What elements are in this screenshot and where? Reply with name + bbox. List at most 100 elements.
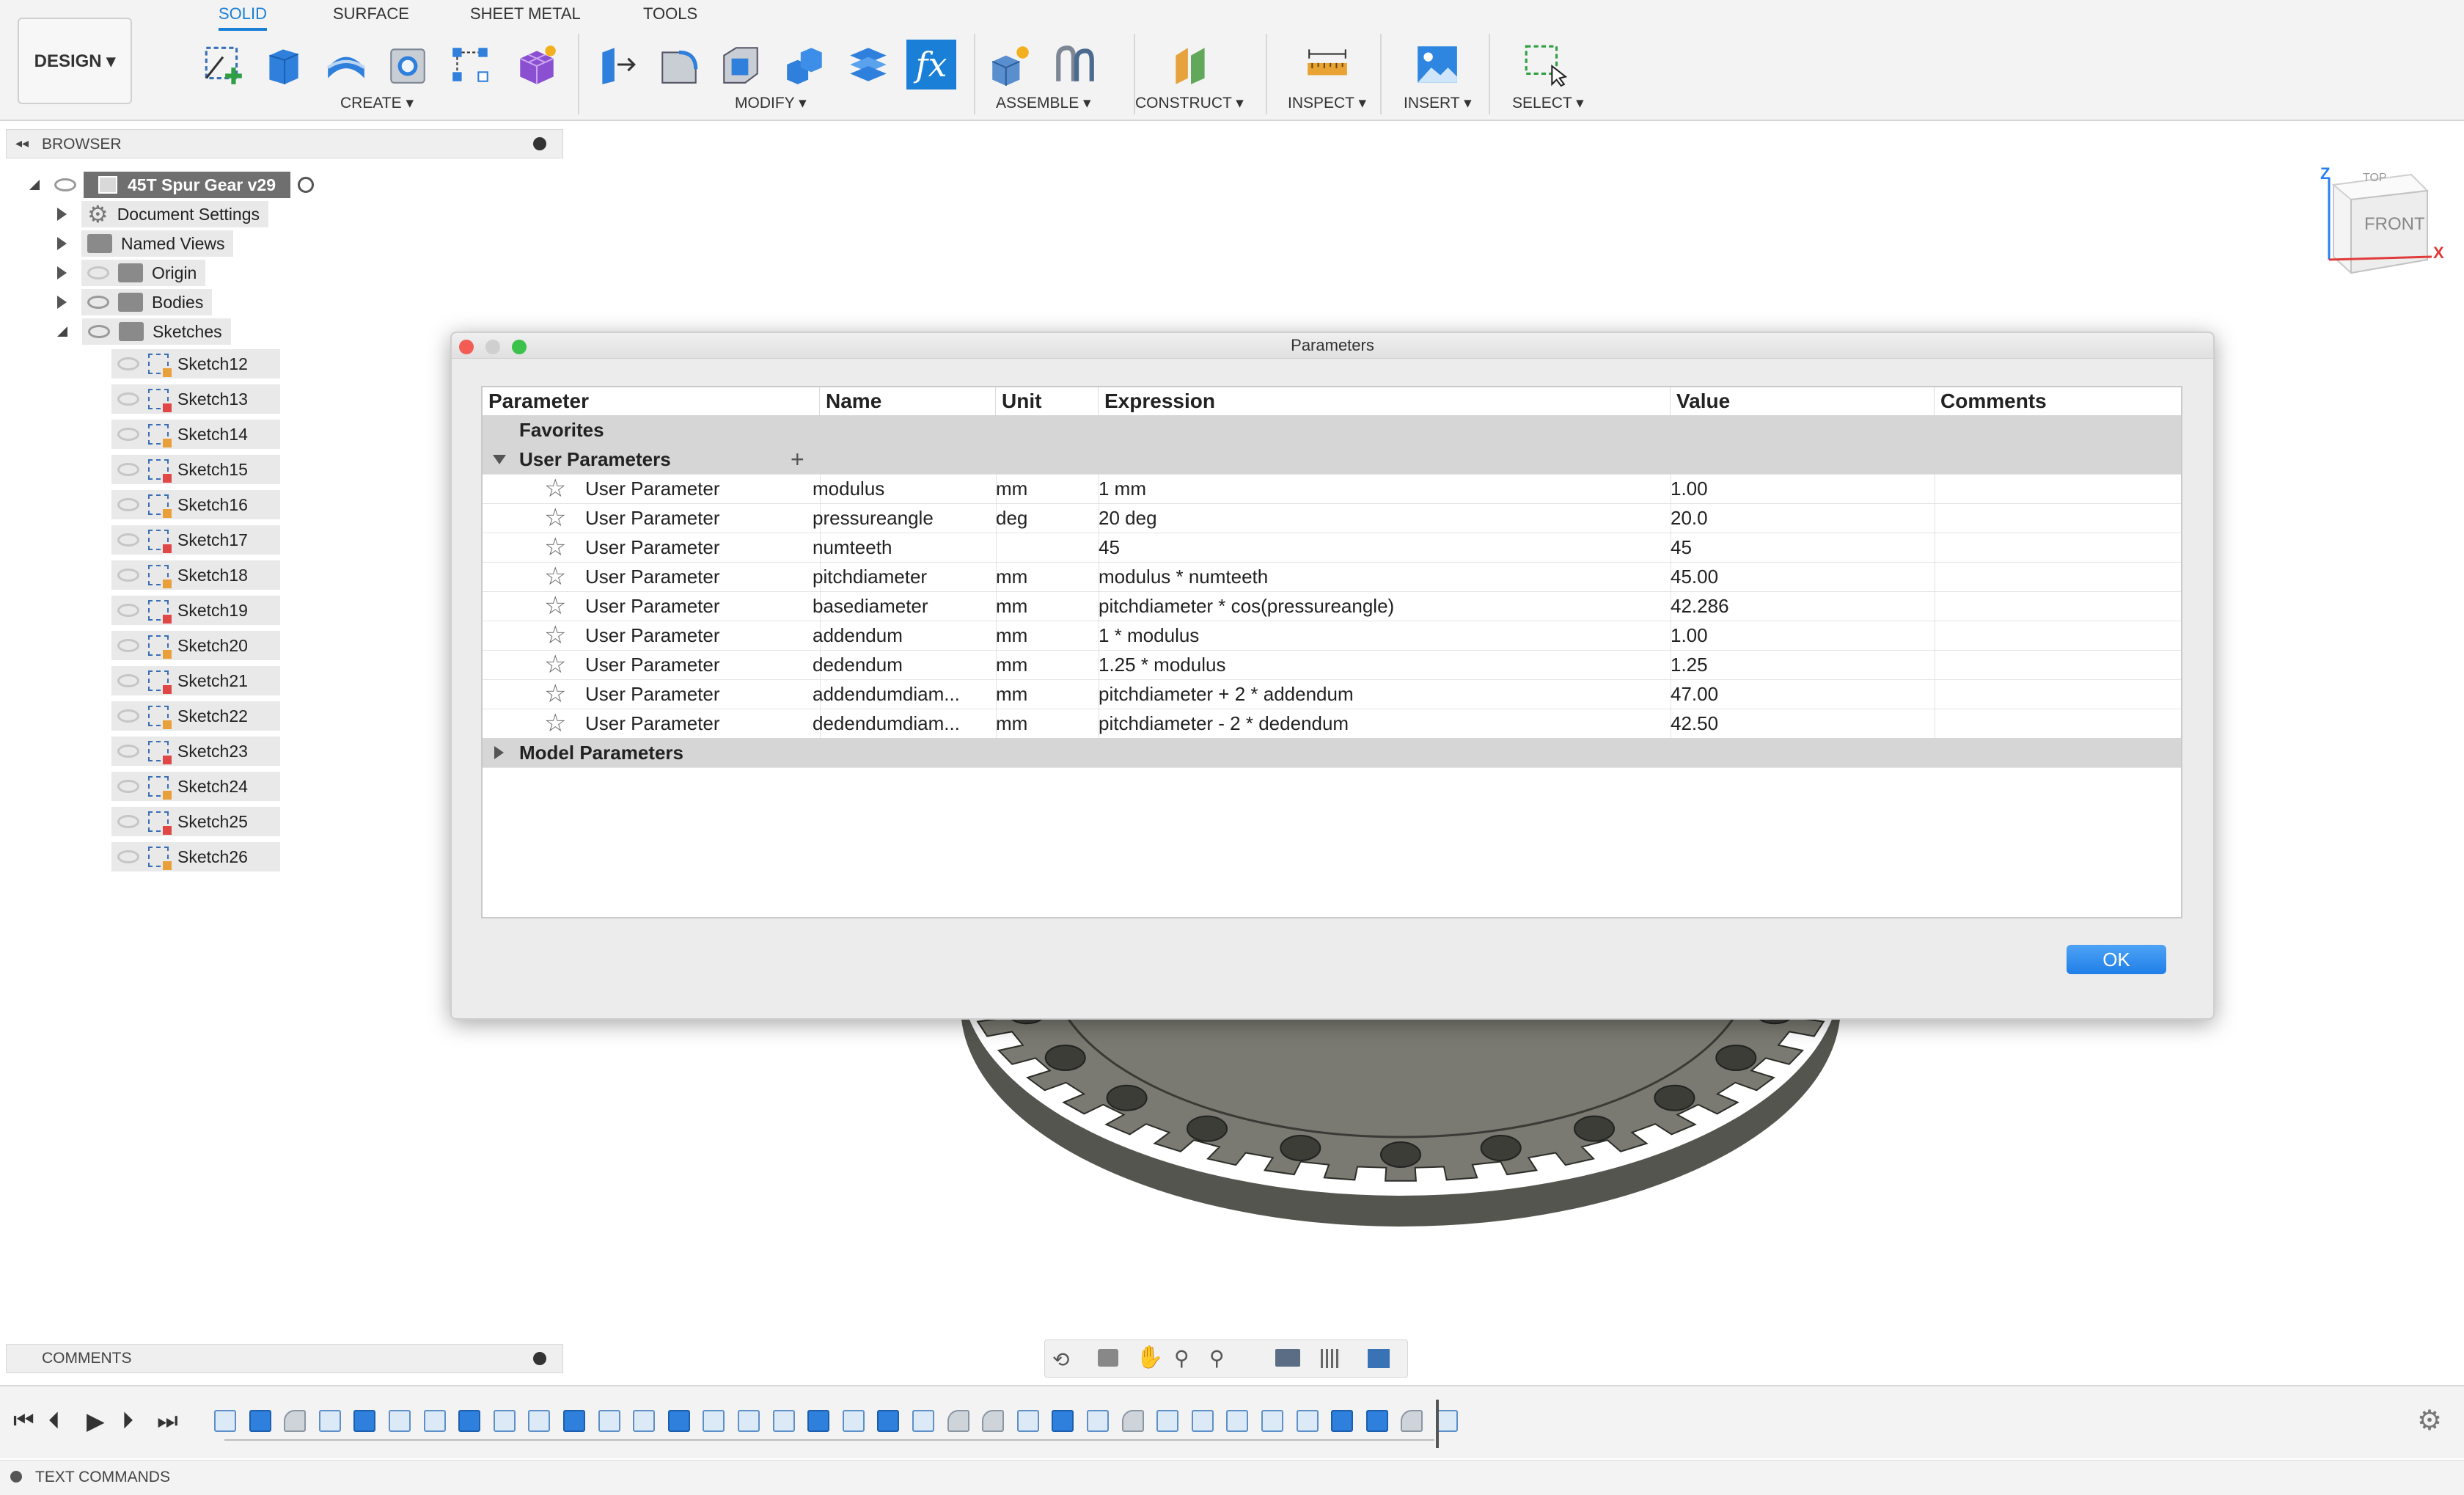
create-form-icon[interactable] bbox=[512, 40, 562, 89]
tree-item-origin[interactable]: Origin bbox=[29, 258, 352, 288]
cell-expression[interactable]: 1.25 * modulus bbox=[1099, 650, 1663, 679]
expand-triangle-icon[interactable] bbox=[57, 266, 67, 279]
timeline-feature-icon[interactable] bbox=[947, 1410, 969, 1432]
tree-item-sketch[interactable]: Sketch26 bbox=[111, 839, 352, 874]
favorite-star-icon[interactable]: ☆ bbox=[544, 562, 566, 591]
tab-solid[interactable]: SOLID bbox=[219, 4, 268, 31]
tree-item-sketch[interactable]: Sketch25 bbox=[111, 804, 352, 839]
cell-expression[interactable]: 1 * modulus bbox=[1099, 621, 1663, 650]
cell-unit[interactable] bbox=[996, 533, 1091, 562]
favorite-star-icon[interactable]: ☆ bbox=[544, 503, 566, 533]
table-row[interactable]: ☆ User Parameter modulus mm 1 mm 1.00 bbox=[483, 474, 2181, 504]
collapse-triangle-icon[interactable] bbox=[57, 326, 67, 337]
tree-item-sketch[interactable]: Sketch18 bbox=[111, 558, 352, 593]
activate-radio-icon[interactable] bbox=[298, 177, 314, 193]
tree-item-sketch[interactable]: Sketch20 bbox=[111, 628, 352, 663]
revolve-icon[interactable] bbox=[321, 40, 371, 89]
timeline-feature-icon[interactable] bbox=[353, 1410, 376, 1432]
cell-unit[interactable]: mm bbox=[996, 650, 1091, 679]
press-pull-icon[interactable] bbox=[593, 40, 642, 89]
visibility-eye-icon[interactable] bbox=[87, 296, 109, 309]
viewports-icon[interactable] bbox=[1368, 1349, 1390, 1368]
modify-menu[interactable]: MODIFY ▾ bbox=[735, 94, 807, 112]
select-window-icon[interactable] bbox=[1519, 40, 1569, 89]
construct-menu[interactable]: CONSTRUCT ▾ bbox=[1135, 94, 1244, 112]
hidden-eye-icon[interactable] bbox=[117, 780, 139, 793]
expand-triangle-icon[interactable] bbox=[57, 237, 67, 250]
timeline-feature-icon[interactable] bbox=[528, 1410, 551, 1432]
section-model-parameters[interactable]: Model Parameters bbox=[483, 738, 2181, 768]
ok-button[interactable]: OK bbox=[2067, 945, 2166, 974]
display-settings-icon[interactable] bbox=[1275, 1349, 1300, 1367]
section-user-parameters[interactable]: User Parameters + bbox=[483, 445, 2181, 475]
tree-item-document-settings[interactable]: ⚙ Document Settings bbox=[29, 200, 352, 229]
hidden-eye-icon[interactable] bbox=[117, 463, 139, 476]
favorite-star-icon[interactable]: ☆ bbox=[544, 474, 566, 503]
col-unit-header[interactable]: Unit bbox=[996, 387, 1099, 415]
timeline-feature-icon[interactable] bbox=[598, 1410, 620, 1432]
inspect-menu[interactable]: INSPECT ▾ bbox=[1288, 94, 1366, 112]
timeline-feature-icon[interactable] bbox=[1191, 1410, 1214, 1432]
cell-name[interactable]: dedendum bbox=[813, 650, 981, 679]
hidden-eye-icon[interactable] bbox=[117, 815, 139, 828]
timeline-feature-icon[interactable] bbox=[563, 1410, 585, 1432]
go-to-start-icon[interactable]: ⏮ bbox=[13, 1407, 34, 1435]
pan-hand-icon[interactable]: ✋ bbox=[1136, 1345, 1163, 1370]
tree-item-sketch[interactable]: Sketch22 bbox=[111, 698, 352, 734]
workspace-design-button[interactable]: DESIGN ▾ bbox=[18, 18, 132, 104]
tree-item-sketch[interactable]: Sketch14 bbox=[111, 417, 352, 452]
favorite-star-icon[interactable]: ☆ bbox=[544, 533, 566, 562]
hole-icon[interactable] bbox=[383, 40, 433, 89]
timeline-feature-icon[interactable] bbox=[633, 1410, 656, 1432]
cell-expression[interactable]: 1 mm bbox=[1099, 474, 1663, 503]
text-commands-toggle-icon[interactable] bbox=[10, 1471, 22, 1483]
table-row[interactable]: ☆ User Parameter addendum mm 1 * modulus 1.00 bbox=[483, 621, 2181, 651]
cell-name[interactable]: addendumdiam... bbox=[813, 679, 981, 709]
col-comments-header[interactable]: Comments bbox=[1935, 387, 2181, 415]
table-row[interactable]: ☆ User Parameter basediameter mm pitchdiamet… bbox=[483, 591, 2181, 621]
tree-item-sketch[interactable]: Sketch21 bbox=[111, 663, 352, 698]
tree-item-sketch[interactable]: Sketch13 bbox=[111, 381, 352, 417]
timeline-feature-icon[interactable] bbox=[1087, 1410, 1109, 1432]
viewcube-front-label[interactable]: FRONT bbox=[2364, 214, 2425, 235]
cell-expression[interactable]: pitchdiameter + 2 * addendum bbox=[1099, 679, 1663, 709]
timeline-feature-icon[interactable] bbox=[1016, 1410, 1039, 1432]
root-component[interactable]: 45T Spur Gear v29 bbox=[84, 172, 290, 198]
hidden-eye-icon[interactable] bbox=[117, 392, 139, 406]
extrude-icon[interactable] bbox=[258, 40, 308, 89]
cell-expression[interactable]: pitchdiameter * cos(pressureangle) bbox=[1099, 591, 1663, 621]
col-value-header[interactable]: Value bbox=[1671, 387, 1935, 415]
timeline-feature-icon[interactable] bbox=[982, 1410, 1005, 1432]
cell-expression[interactable]: 20 deg bbox=[1099, 503, 1663, 533]
look-at-icon[interactable] bbox=[1098, 1349, 1118, 1367]
expand-triangle-icon[interactable] bbox=[57, 296, 67, 309]
add-parameter-button[interactable]: + bbox=[791, 445, 804, 474]
table-row[interactable]: ☆ User Parameter numteeth 45 45 bbox=[483, 533, 2181, 563]
cell-expression[interactable]: pitchdiameter - 2 * dedendum bbox=[1099, 709, 1663, 738]
hidden-eye-icon[interactable] bbox=[117, 498, 139, 511]
tree-item-bodies[interactable]: Bodies bbox=[29, 288, 352, 317]
cell-name[interactable]: dedendumdiam... bbox=[813, 709, 981, 738]
pin-icon[interactable] bbox=[533, 137, 546, 150]
step-back-icon[interactable]: ⏴ bbox=[48, 1407, 60, 1435]
cell-unit[interactable]: mm bbox=[996, 709, 1091, 738]
timeline-feature-icon[interactable] bbox=[1156, 1410, 1179, 1432]
measure-icon[interactable] bbox=[1302, 40, 1352, 89]
timeline-feature-icon[interactable] bbox=[423, 1410, 446, 1432]
change-parameters-fx-icon[interactable]: fx bbox=[906, 40, 956, 89]
cell-unit[interactable]: deg bbox=[996, 503, 1091, 533]
joint-icon[interactable] bbox=[1050, 40, 1100, 89]
hidden-eye-icon[interactable] bbox=[117, 850, 139, 863]
tree-item-sketch[interactable]: Sketch23 bbox=[111, 734, 352, 769]
cell-expression[interactable]: modulus * numteeth bbox=[1099, 562, 1663, 591]
timeline-feature-icon[interactable] bbox=[667, 1410, 690, 1432]
split-body-icon[interactable] bbox=[843, 40, 893, 89]
tree-item-sketches[interactable]: Sketches bbox=[29, 317, 352, 346]
expand-triangle-icon[interactable] bbox=[57, 208, 67, 221]
hidden-eye-icon[interactable] bbox=[117, 745, 139, 758]
timeline-feature-icon[interactable] bbox=[703, 1410, 725, 1432]
hidden-eye-icon[interactable] bbox=[117, 357, 139, 370]
tree-root[interactable]: 45T Spur Gear v29 bbox=[29, 170, 352, 200]
zoom-window-icon[interactable] bbox=[512, 340, 527, 354]
select-menu[interactable]: SELECT ▾ bbox=[1512, 94, 1584, 112]
